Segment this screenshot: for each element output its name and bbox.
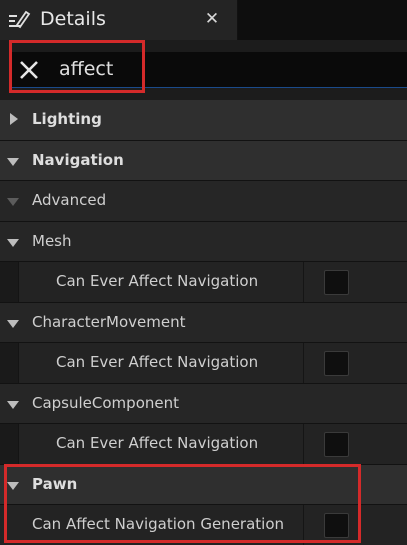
chevron-down-icon xyxy=(7,157,19,166)
property-row: Can Ever Affect Navigation xyxy=(0,262,407,303)
indent-gutter xyxy=(0,424,19,464)
category-label: Lighting xyxy=(32,110,102,128)
chevron-down-icon xyxy=(7,400,19,409)
column-divider[interactable] xyxy=(303,343,304,383)
column-divider[interactable] xyxy=(303,424,304,464)
subcategory-label: CapsuleComponent xyxy=(32,393,179,412)
property-label: Can Ever Affect Navigation xyxy=(56,434,259,452)
category-navigation[interactable]: Navigation xyxy=(0,140,407,181)
subcategory-charactermovement[interactable]: CharacterMovement xyxy=(0,302,407,343)
property-label: Can Ever Affect Navigation xyxy=(56,272,259,290)
property-label: Can Ever Affect Navigation xyxy=(56,353,259,371)
subcategory-mesh[interactable]: Mesh xyxy=(0,221,407,262)
indent-gutter xyxy=(0,343,19,383)
pawn-highlight-box xyxy=(4,464,361,543)
subcategory-label: Advanced xyxy=(32,191,107,209)
search-highlight-box xyxy=(9,40,145,93)
chevron-right-icon xyxy=(10,113,18,125)
panel-titlebar: Details ✕ xyxy=(0,0,407,40)
category-label: Navigation xyxy=(32,150,124,169)
chevron-down-icon xyxy=(7,319,19,328)
column-divider[interactable] xyxy=(303,262,304,302)
tab-close-button[interactable]: ✕ xyxy=(204,9,220,29)
can-ever-affect-navigation-checkbox[interactable] xyxy=(324,432,349,457)
indent-gutter xyxy=(0,262,19,302)
subcategory-advanced[interactable]: Advanced xyxy=(0,181,407,222)
chevron-down-icon xyxy=(7,238,19,247)
details-pencil-icon xyxy=(9,10,31,29)
subcategory-label: CharacterMovement xyxy=(32,312,186,331)
property-row: Can Ever Affect Navigation xyxy=(0,424,407,465)
can-ever-affect-navigation-checkbox[interactable] xyxy=(324,270,349,295)
panel-title: Details xyxy=(40,8,106,30)
subcategory-capsulecomponent[interactable]: CapsuleComponent xyxy=(0,383,407,424)
category-lighting[interactable]: Lighting xyxy=(0,100,407,141)
chevron-down-icon xyxy=(7,198,19,206)
property-row: Can Ever Affect Navigation xyxy=(0,343,407,384)
subcategory-label: Mesh xyxy=(32,231,72,250)
details-tab[interactable]: Details ✕ xyxy=(0,0,238,40)
can-ever-affect-navigation-checkbox[interactable] xyxy=(324,351,349,376)
